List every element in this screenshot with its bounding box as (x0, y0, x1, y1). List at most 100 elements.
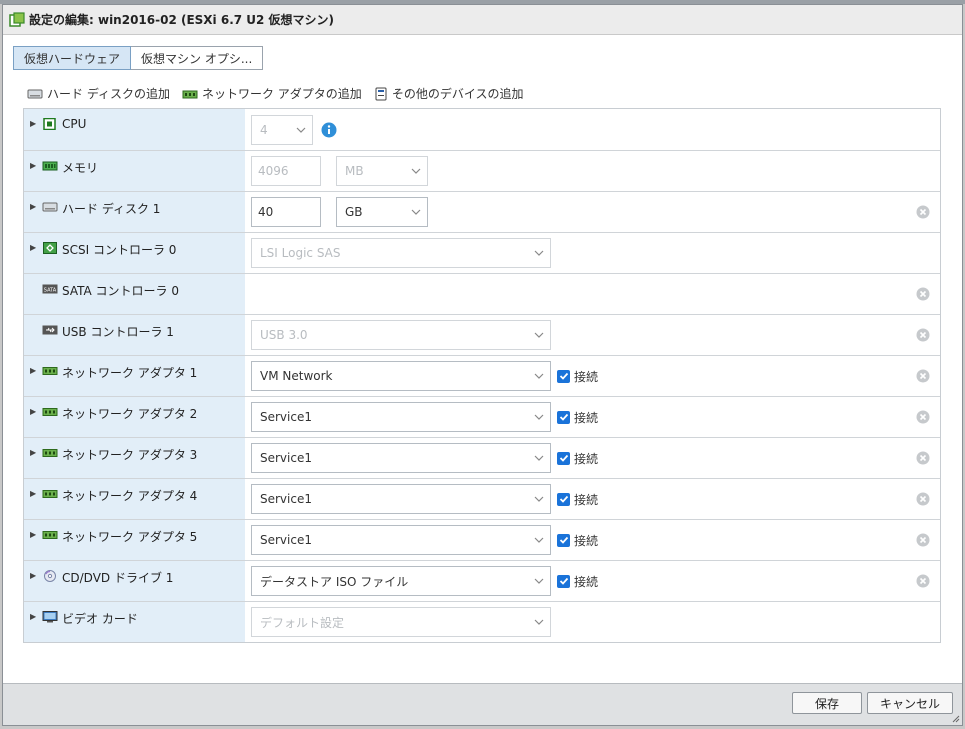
connect-label: 接続 (574, 410, 599, 425)
cancel-button[interactable]: キャンセル (867, 692, 953, 714)
nic-label: ネットワーク アダプタ 5 (62, 530, 198, 544)
memory-row: ▶ メモリ 4096 MB (24, 150, 940, 191)
add-hard-disk-label: ハード ディスクの追加 (47, 87, 170, 101)
remove-icon[interactable] (916, 451, 930, 465)
expand-arrow-icon[interactable]: ▶ (30, 119, 40, 128)
connect-checkbox[interactable]: 接続 (557, 573, 598, 590)
remove-icon[interactable] (916, 287, 930, 301)
chevron-down-icon (534, 373, 544, 379)
expand-arrow-icon[interactable]: ▶ (30, 612, 40, 621)
video-card-label-cell[interactable]: ▶ ビデオ カード (24, 602, 245, 642)
remove-icon[interactable] (916, 205, 930, 219)
tab-virtual-hardware[interactable]: 仮想ハードウェア (13, 46, 132, 70)
usb-type-select[interactable]: USB 3.0 (251, 320, 551, 350)
network-select[interactable]: Service1 (251, 484, 551, 514)
cd-dvd-source-select[interactable]: データストア ISO ファイル (251, 566, 551, 596)
scsi-controller-icon (43, 242, 57, 254)
cpu-count-select[interactable]: 4 (251, 114, 313, 145)
nic-label-cell[interactable]: ▶ ネットワーク アダプタ 2 (24, 397, 245, 437)
network-adapter-row: ▶ ネットワーク アダプタ 2 Service1 接続 (24, 396, 940, 437)
expand-arrow-icon[interactable]: ▶ (30, 366, 40, 375)
cd-dvd-row: ▶ CD/DVD ドライブ 1 データストア ISO ファイル 接続 (24, 560, 940, 601)
scsi-label-cell[interactable]: ▶ SCSI コントローラ 0 (24, 233, 245, 273)
remove-icon[interactable] (916, 533, 930, 547)
expand-arrow-icon[interactable]: ▶ (30, 489, 40, 498)
remove-icon[interactable] (916, 574, 930, 588)
nic-value-cell: Service1 接続 (245, 397, 940, 437)
nic-label-cell[interactable]: ▶ ネットワーク アダプタ 1 (24, 356, 245, 396)
disk-size-input[interactable]: 40 (251, 197, 321, 227)
save-button[interactable]: 保存 (792, 692, 862, 714)
nic-value-cell: VM Network 接続 (245, 356, 940, 396)
memory-unit-select[interactable]: MB (336, 156, 428, 186)
checkbox-checked-icon[interactable] (557, 369, 570, 383)
other-device-icon (375, 87, 387, 100)
connect-checkbox[interactable]: 接続 (557, 532, 598, 549)
checkbox-checked-icon[interactable] (557, 451, 570, 465)
usb-label: USB コントローラ 1 (62, 325, 174, 339)
expand-arrow-icon[interactable]: ▶ (30, 407, 40, 416)
resize-grip-icon[interactable] (952, 715, 960, 723)
scsi-type-value: LSI Logic SAS (260, 246, 341, 260)
chevron-down-icon (534, 455, 544, 461)
hard-disk-icon (27, 89, 43, 98)
remove-icon[interactable] (916, 369, 930, 383)
tab-vm-options[interactable]: 仮想マシン オプシ... (131, 46, 264, 70)
network-adapter-icon (182, 90, 198, 98)
chevron-down-icon (411, 168, 421, 174)
scsi-controller-row: ▶ SCSI コントローラ 0 LSI Logic SAS (24, 232, 940, 273)
expand-arrow-icon[interactable]: ▶ (30, 161, 40, 170)
remove-icon[interactable] (916, 492, 930, 506)
nic-label-cell[interactable]: ▶ ネットワーク アダプタ 3 (24, 438, 245, 478)
network-select[interactable]: VM Network (251, 361, 551, 391)
hard-disk-label-cell[interactable]: ▶ ハード ディスク 1 (24, 192, 245, 232)
connect-checkbox[interactable]: 接続 (557, 450, 598, 467)
info-icon[interactable] (321, 122, 337, 138)
expand-arrow-icon[interactable]: ▶ (30, 448, 40, 457)
checkbox-checked-icon[interactable] (557, 574, 570, 588)
cpu-label-cell[interactable]: ▶ CPU (24, 109, 245, 150)
cpu-count-value: 4 (260, 122, 268, 137)
checkbox-checked-icon[interactable] (557, 533, 570, 547)
network-select[interactable]: Service1 (251, 443, 551, 473)
dialog-titlebar: 設定の編集: win2016-02 (ESXi 6.7 U2 仮想マシン) (3, 5, 962, 35)
video-card-row: ▶ ビデオ カード デフォルト設定 (24, 601, 940, 642)
scsi-type-select[interactable]: LSI Logic SAS (251, 238, 551, 268)
video-card-select[interactable]: デフォルト設定 (251, 607, 551, 637)
network-adapter-icon (42, 531, 58, 539)
disk-unit-select[interactable]: GB (336, 197, 428, 227)
nic-label-cell[interactable]: ▶ ネットワーク アダプタ 4 (24, 479, 245, 519)
add-network-adapter-button[interactable]: ネットワーク アダプタの追加 (182, 85, 362, 102)
cpu-row: ▶ CPU 4 (24, 109, 940, 150)
connect-checkbox[interactable]: 接続 (557, 368, 598, 385)
video-card-label: ビデオ カード (62, 612, 138, 626)
add-other-device-button[interactable]: その他のデバイスの追加 (374, 85, 523, 102)
add-network-adapter-label: ネットワーク アダプタの追加 (201, 87, 362, 101)
nic-label-cell[interactable]: ▶ ネットワーク アダプタ 5 (24, 520, 245, 560)
cd-dvd-label-cell[interactable]: ▶ CD/DVD ドライブ 1 (24, 561, 245, 601)
chevron-down-icon (534, 250, 544, 256)
checkbox-checked-icon[interactable] (557, 492, 570, 506)
network-select[interactable]: Service1 (251, 402, 551, 432)
hard-disk-row: ▶ ハード ディスク 1 40 GB (24, 191, 940, 232)
connect-checkbox[interactable]: 接続 (557, 409, 598, 426)
add-hard-disk-button[interactable]: ハード ディスクの追加 (27, 85, 170, 102)
network-select[interactable]: Service1 (251, 525, 551, 555)
expand-arrow-icon[interactable]: ▶ (30, 530, 40, 539)
remove-icon[interactable] (916, 410, 930, 424)
expand-arrow-icon[interactable]: ▶ (30, 243, 40, 252)
network-adapter-icon (42, 449, 58, 457)
memory-size-input[interactable]: 4096 (251, 156, 321, 186)
network-value: Service1 (260, 451, 312, 465)
connect-checkbox[interactable]: 接続 (557, 491, 598, 508)
memory-label-cell[interactable]: ▶ メモリ (24, 151, 245, 191)
checkbox-checked-icon[interactable] (557, 410, 570, 424)
sata-label-cell: ▶ SATA SATA コントローラ 0 (24, 274, 245, 314)
hard-disk-icon (42, 202, 58, 212)
network-adapter-row: ▶ ネットワーク アダプタ 1 VM Network 接続 (24, 355, 940, 396)
expand-arrow-icon[interactable]: ▶ (30, 202, 40, 211)
network-adapter-row: ▶ ネットワーク アダプタ 3 Service1 接続 (24, 437, 940, 478)
edit-settings-dialog: 設定の編集: win2016-02 (ESXi 6.7 U2 仮想マシン) 仮想… (2, 4, 963, 726)
remove-icon[interactable] (916, 328, 930, 342)
expand-arrow-icon[interactable]: ▶ (30, 571, 40, 580)
